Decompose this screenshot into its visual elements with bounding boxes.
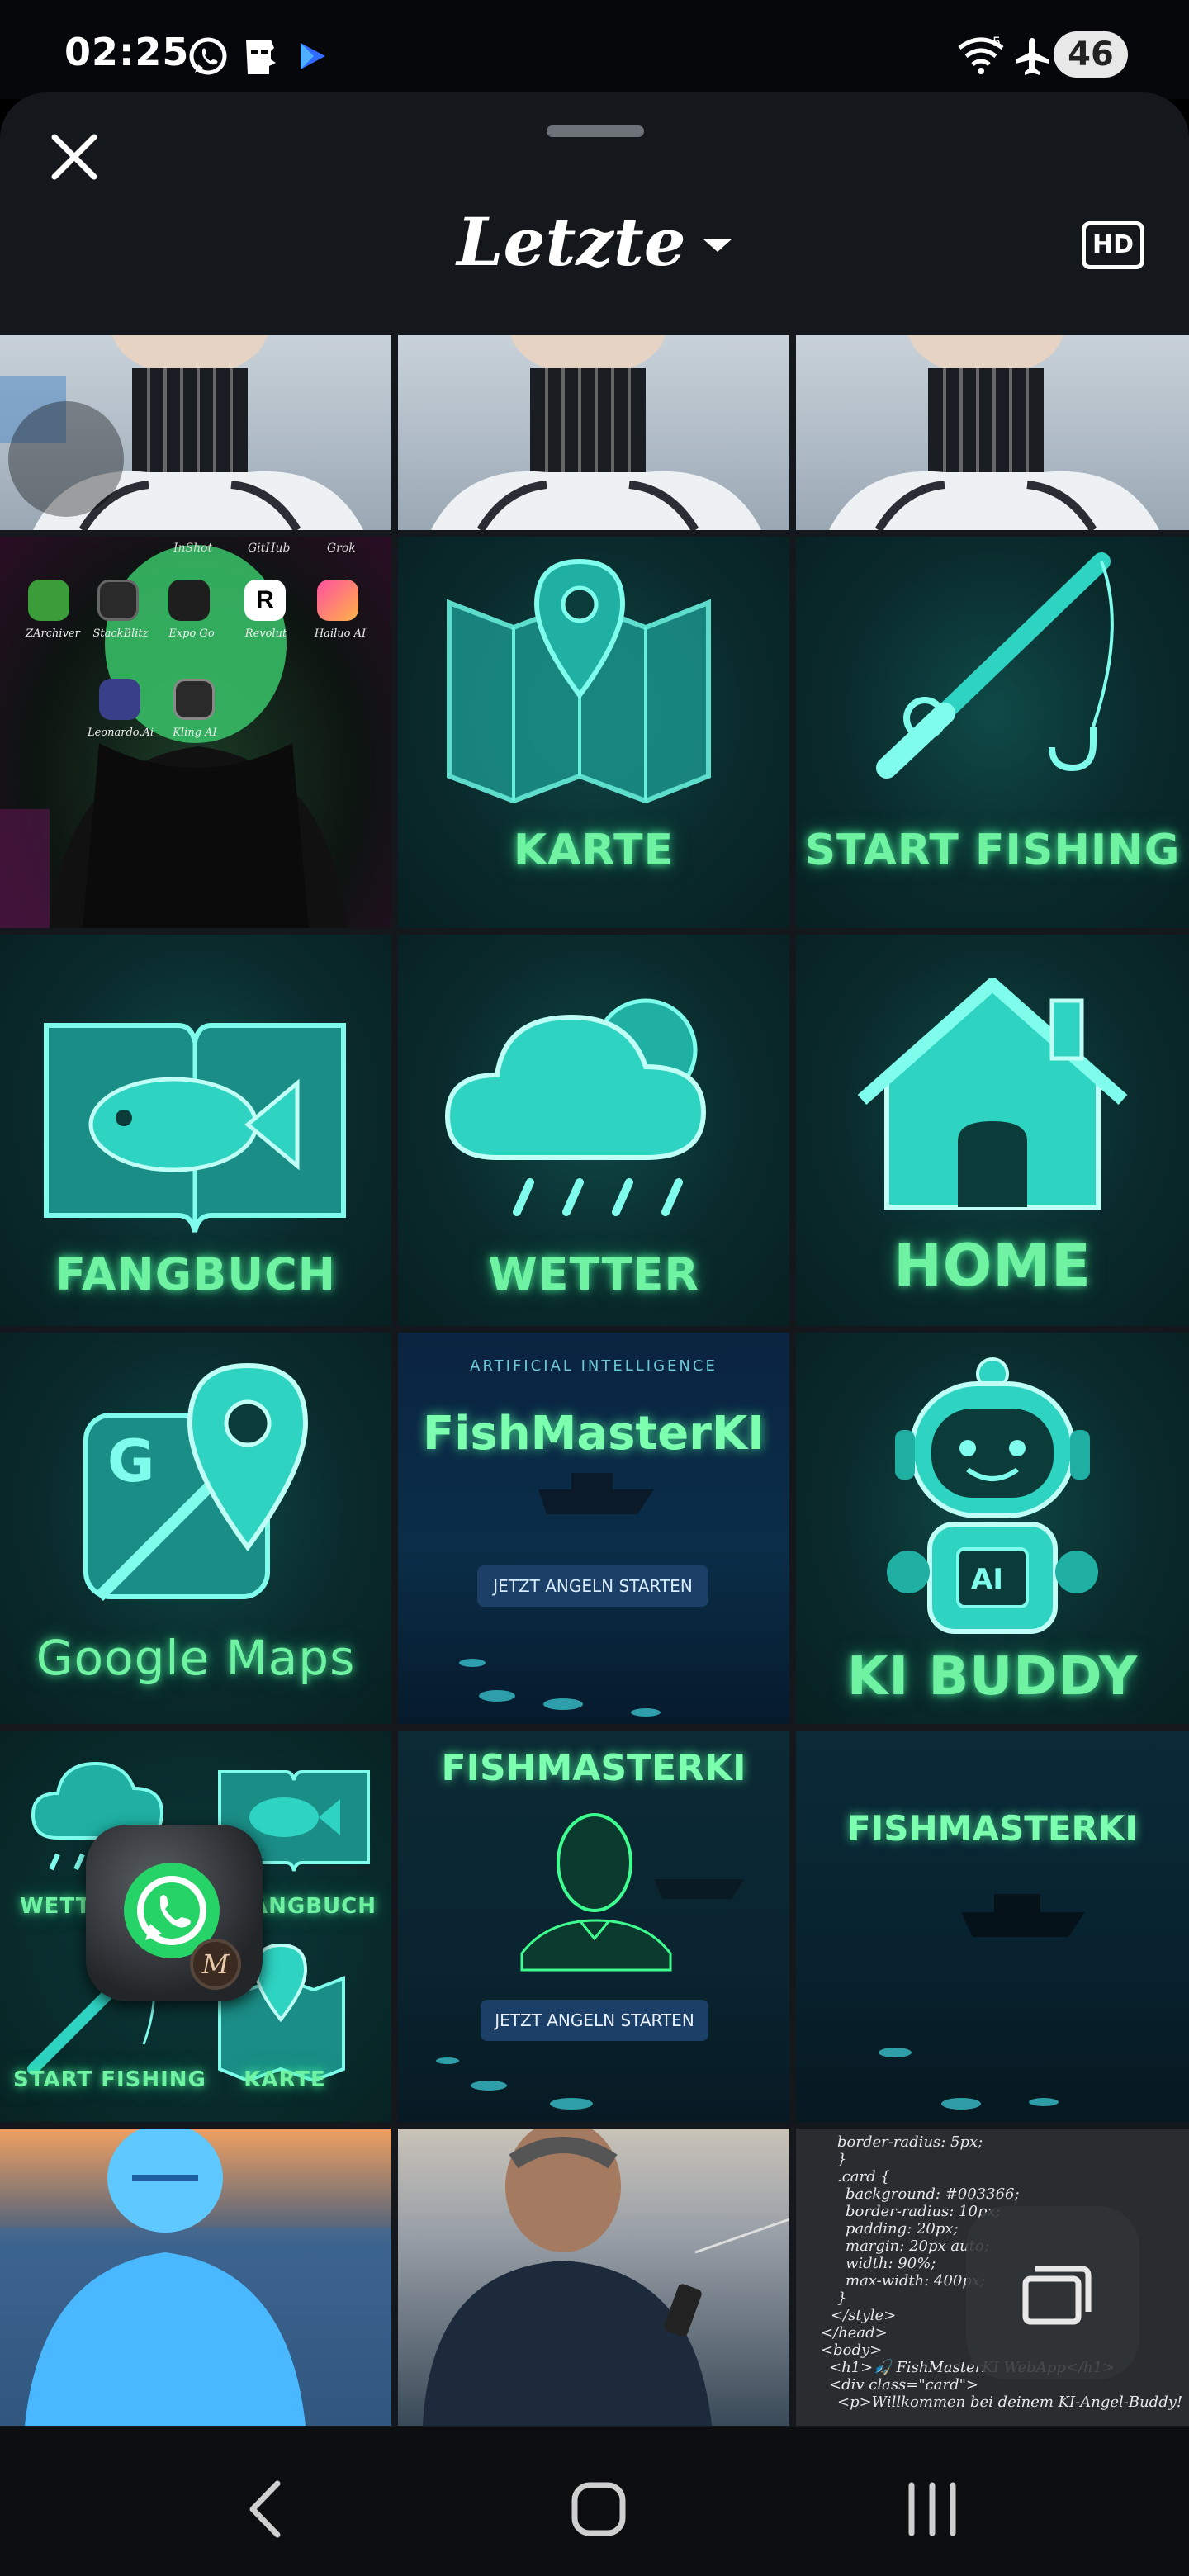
album-title: Letzte	[457, 203, 686, 281]
app-label: ZArchiver	[26, 627, 80, 640]
code-line: .card {	[837, 2168, 890, 2185]
album-selector[interactable]: Letzte	[446, 197, 743, 287]
kling-app-icon	[173, 679, 215, 720]
drag-handle[interactable]	[547, 125, 644, 137]
wifi-icon: 5	[958, 35, 1004, 74]
media-thumbnail-poster-2[interactable]: FISHMASTERKI JETZT ANGELN STARTEN	[398, 1731, 789, 2122]
tile-label: Google Maps	[36, 1630, 356, 1686]
system-navigation-bar	[0, 2427, 1189, 2576]
code-line: }	[837, 2151, 847, 2168]
close-button[interactable]	[41, 124, 107, 190]
multi-select-button[interactable]	[966, 2206, 1139, 2379]
recent-apps-button[interactable]	[895, 2472, 969, 2546]
media-thumbnail-robot-1[interactable]	[0, 335, 391, 530]
tile-label: WETTER	[488, 1248, 699, 1300]
battery-indicator: 46	[1054, 31, 1128, 78]
zarchiver-app-icon	[28, 580, 69, 621]
leonardo-app-icon	[99, 679, 140, 720]
app-notification-icon	[301, 43, 325, 69]
svg-text:5: 5	[992, 35, 1001, 50]
hd-quality-button[interactable]: HD	[1082, 221, 1144, 269]
media-thumbnail-poster-1[interactable]: ARTIFICIAL INTELLIGENCE FishMasterKI JET…	[398, 1333, 789, 1724]
multi-select-icon	[1022, 2266, 1092, 2325]
media-thumbnail-home[interactable]: HOME	[796, 935, 1189, 1326]
status-bar: 02:25 5 46	[0, 0, 1189, 99]
poster-button: JETZT ANGELN STARTEN	[477, 1565, 708, 1607]
app-label: Kling AI	[173, 727, 217, 739]
whatsapp-chat-head[interactable]: M	[86, 1825, 263, 2001]
robot-neck-image	[431, 335, 761, 530]
media-thumbnail-ki-buddy[interactable]: AI KI BUDDY	[796, 1333, 1189, 1724]
tile-label: KI BUDDY	[846, 1646, 1139, 1707]
glowing-man-image	[0, 2129, 391, 2426]
close-icon	[51, 134, 97, 180]
media-thumbnail-poster-3[interactable]: FISHMASTERKI	[796, 1731, 1189, 2122]
stackblitz-app-icon	[97, 580, 139, 621]
tile-label: START FISHING	[804, 826, 1181, 875]
airplane-mode-icon	[1016, 38, 1049, 75]
homescreen-app-grid: InShot GitHub Grok R ZArchiver StackBlit…	[0, 537, 391, 928]
expo-app-icon	[168, 580, 210, 621]
app-label: Revolut	[244, 627, 287, 640]
back-chevron-icon	[249, 2480, 281, 2538]
fisherman-photo-image	[423, 2129, 789, 2426]
media-thumbnail-fangbuch[interactable]: FANGBUCH	[0, 935, 391, 1326]
media-thumbnail-start-fishing[interactable]: START FISHING	[796, 537, 1189, 928]
back-button[interactable]	[231, 2472, 306, 2546]
fisherman-outline-image	[436, 1813, 745, 2110]
status-time: 02:25	[64, 30, 190, 74]
media-thumbnail-blue-man[interactable]	[0, 2129, 391, 2426]
media-thumbnail-fisherman[interactable]	[398, 2129, 789, 2426]
whatsapp-notification-icon	[189, 37, 227, 75]
media-thumbnail-google-maps[interactable]: G Google Maps	[0, 1333, 391, 1724]
code-line: background: #003366;	[846, 2185, 1020, 2203]
app-label: Grok	[327, 542, 356, 555]
revolut-app-icon: R	[244, 580, 286, 621]
chevron-down-icon	[702, 239, 732, 252]
app-label: Expo Go	[168, 627, 215, 640]
app-label: GitHub	[248, 542, 291, 555]
boat-scene-image	[459, 1473, 661, 1717]
boat-scene-image	[879, 1894, 1085, 2110]
app-label: Leonardo.Ai	[87, 727, 154, 739]
tile-label: KARTE	[513, 826, 675, 875]
robot-neck-image	[829, 335, 1159, 530]
poster-button: JETZT ANGELN STARTEN	[481, 2000, 708, 2041]
home-button[interactable]	[561, 2472, 636, 2546]
svg-text:AI: AI	[971, 1563, 1003, 1596]
poster-title: FISHMASTERKI	[846, 1808, 1139, 1849]
poster-title: FishMasterKI	[422, 1407, 765, 1461]
face-notification-icon	[246, 40, 276, 74]
poster-title: FISHMASTERKI	[441, 1747, 746, 1789]
poster-eyebrow: ARTIFICIAL INTELLIGENCE	[470, 1357, 718, 1375]
code-line: <p>Willkommen bei deinem KI-Angel-Buddy!	[837, 2394, 1183, 2411]
collage-label: START FISHING	[13, 2067, 206, 2092]
svg-text:G: G	[107, 1428, 154, 1495]
app-label: StackBlitz	[92, 627, 149, 640]
media-thumbnail-karte[interactable]: KARTE	[398, 537, 789, 928]
app-label: Hailuo AI	[314, 627, 367, 640]
robot-neck-image	[0, 335, 363, 530]
tile-label: HOME	[893, 1232, 1092, 1300]
app-label: InShot	[173, 542, 213, 555]
media-thumbnail-robot-2[interactable]	[398, 335, 789, 530]
code-line: border-radius: 5px;	[837, 2133, 983, 2151]
media-thumbnail-wetter[interactable]: WETTER	[398, 935, 789, 1326]
media-thumbnail-homescreen[interactable]: InShot GitHub Grok R ZArchiver StackBlit…	[0, 537, 391, 928]
media-thumbnail-robot-3[interactable]	[796, 335, 1189, 530]
contact-avatar-badge: M	[190, 1939, 241, 1990]
hailuo-app-icon	[317, 580, 358, 621]
collage-label: KARTE	[244, 2067, 326, 2092]
home-square-icon	[571, 2482, 626, 2536]
tile-label: FANGBUCH	[55, 1248, 336, 1300]
recent-apps-icon	[908, 2482, 956, 2536]
